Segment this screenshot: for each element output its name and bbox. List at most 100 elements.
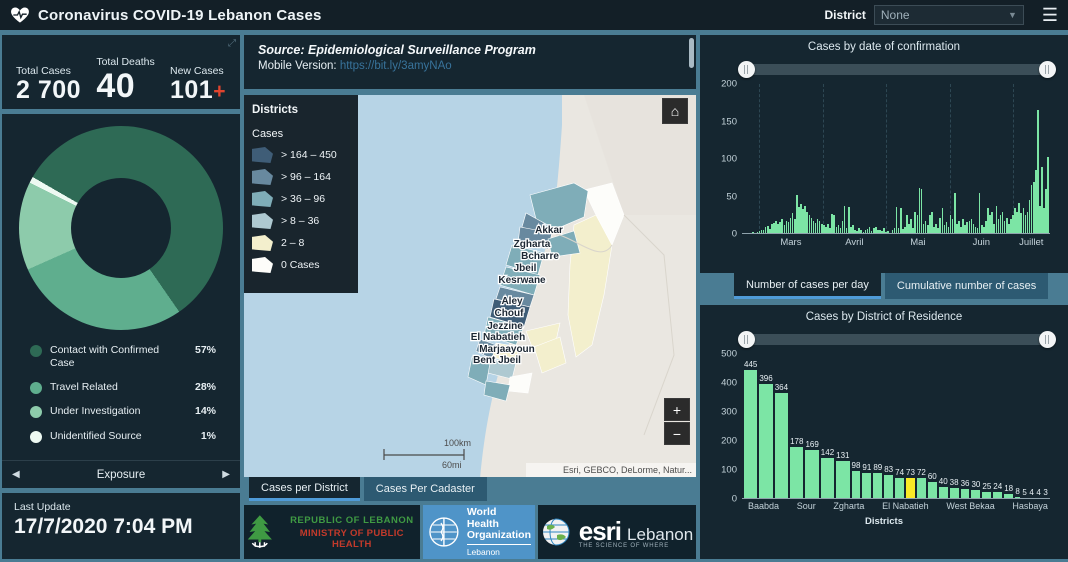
legend-item[interactable]: Contact with Confirmed Case 57% xyxy=(30,344,230,370)
bar-group[interactable]: 178 xyxy=(790,437,803,499)
x-tick-label: El Nabatieh xyxy=(882,501,929,511)
bar-value-label: 60 xyxy=(928,472,937,481)
bar[interactable] xyxy=(884,475,893,499)
exposure-footer: ◀ Exposure ▶ xyxy=(2,460,240,488)
zoom-in-icon[interactable]: + xyxy=(664,398,690,421)
expand-icon[interactable]: ⤢ xyxy=(228,38,236,49)
bar[interactable] xyxy=(744,370,757,499)
bar-group[interactable]: 36 xyxy=(961,479,970,499)
bar-value-label: 18 xyxy=(1004,484,1013,493)
scrollbar[interactable] xyxy=(689,38,694,68)
exposure-donut-chart[interactable] xyxy=(19,126,223,330)
bar-group[interactable]: 74 xyxy=(895,468,904,499)
tab-cases-per-cadaster[interactable]: Cases Per Cadaster xyxy=(364,477,487,501)
legend-label: 2 – 8 xyxy=(281,237,304,249)
who-logo-icon xyxy=(427,515,461,549)
legend-item[interactable]: Unidentified Source 1% xyxy=(30,430,230,443)
bar-group[interactable]: 72 xyxy=(917,468,926,499)
bar[interactable] xyxy=(836,461,849,499)
map-legend-item: 0 Cases xyxy=(252,257,350,273)
bar-value-label: 142 xyxy=(821,448,834,457)
legend-item[interactable]: Under Investigation 14% xyxy=(30,405,230,418)
bar-group[interactable]: 396 xyxy=(759,374,772,499)
x-tick-label: West Bekaa xyxy=(946,501,994,511)
legend-item[interactable]: Travel Related 28% xyxy=(30,381,230,394)
bar[interactable] xyxy=(805,450,818,499)
next-arrow-icon[interactable]: ▶ xyxy=(222,469,230,480)
x-axis-line xyxy=(742,498,1050,499)
bar[interactable] xyxy=(895,478,904,499)
bar-group[interactable]: 83 xyxy=(884,465,893,499)
bar-group[interactable]: 38 xyxy=(950,478,959,499)
y-tick-label: 100 xyxy=(721,154,737,165)
bar-value-label: 38 xyxy=(950,478,959,487)
x-tick-label: Juin xyxy=(973,237,990,248)
bar-value-label: 364 xyxy=(775,383,788,392)
district-range-slider xyxy=(742,331,1052,348)
slider-handle-right[interactable] xyxy=(1039,331,1056,348)
bar-group[interactable]: 91 xyxy=(862,463,871,499)
bar-group[interactable]: 89 xyxy=(873,463,882,499)
bar-value-label: 445 xyxy=(744,360,757,369)
tab-cumulative-cases[interactable]: Cumulative number of cases xyxy=(885,273,1048,299)
bar[interactable] xyxy=(759,384,772,499)
legend-swatch xyxy=(30,406,42,418)
zoom-out-icon[interactable]: − xyxy=(664,422,690,445)
bar-group[interactable]: 18 xyxy=(1004,484,1013,499)
bar-group[interactable]: 364 xyxy=(775,383,788,499)
district-bars: 4453963641781691421319891898374737260403… xyxy=(742,354,1050,499)
legend-value: 57% xyxy=(195,344,216,356)
menu-icon[interactable]: ☰ xyxy=(1042,6,1058,24)
map-canvas[interactable]: Akkar Zgharta Bcharre Jbeil Kesrwane Ale… xyxy=(244,95,696,477)
esri-globe-icon xyxy=(541,517,571,547)
right-tabs: Number of cases per day Cumulative numbe… xyxy=(700,273,1068,299)
bar[interactable] xyxy=(1047,157,1049,234)
bar-group[interactable]: 98 xyxy=(852,461,861,499)
bar-group[interactable]: 73 xyxy=(906,468,915,499)
mobile-version-link[interactable]: https://bit.ly/3amyNAo xyxy=(340,60,452,72)
x-tick-label: Hasbaya xyxy=(1012,501,1048,511)
bar-group[interactable]: 142 xyxy=(821,448,834,499)
bar[interactable] xyxy=(821,458,834,499)
legend-swatch xyxy=(30,431,42,443)
bar-group[interactable]: 131 xyxy=(836,451,849,499)
bar[interactable] xyxy=(790,447,803,499)
daily-bars xyxy=(742,84,1050,234)
total-deaths-value: 40 xyxy=(96,69,154,103)
legend-label: > 96 – 164 xyxy=(281,171,331,183)
tab-cases-per-district[interactable]: Cases per District xyxy=(249,477,360,501)
map-legend-item: > 96 – 164 xyxy=(252,169,350,185)
home-icon[interactable]: ⌂ xyxy=(662,98,688,124)
slider-track[interactable] xyxy=(742,334,1052,345)
slider-handle-left[interactable] xyxy=(738,61,755,78)
tab-cases-per-day[interactable]: Number of cases per day xyxy=(734,273,881,299)
slider-track[interactable] xyxy=(742,64,1052,75)
bar-group[interactable]: 24 xyxy=(993,482,1002,499)
map-label: Kesrwane xyxy=(498,275,546,286)
slider-handle-right[interactable] xyxy=(1039,61,1056,78)
bar-group[interactable]: 30 xyxy=(971,480,980,499)
bar[interactable] xyxy=(873,473,882,499)
moph-text: REPUBLIC OF LEBANON MINISTRY OF PUBLIC H… xyxy=(284,515,420,550)
bar[interactable] xyxy=(928,482,937,499)
bar[interactable] xyxy=(862,473,871,499)
bar-group[interactable]: 169 xyxy=(805,440,818,499)
slider-handle-left[interactable] xyxy=(738,331,755,348)
bar[interactable] xyxy=(906,478,915,499)
y-tick-label: 100 xyxy=(721,465,737,476)
map-label: Jezzine xyxy=(487,321,523,332)
bar[interactable] xyxy=(775,393,788,499)
bar-group[interactable]: 25 xyxy=(982,482,991,499)
district-dropdown[interactable]: None ▼ xyxy=(874,5,1024,25)
cases-by-date-title: Cases by date of confirmation xyxy=(710,41,1058,53)
bar-group[interactable]: 40 xyxy=(939,477,948,499)
total-deaths-stat: Total Deaths 40 xyxy=(96,56,154,103)
who-divider xyxy=(467,544,531,545)
bar-group[interactable]: 60 xyxy=(928,472,937,499)
scale-mi-label: 60mi xyxy=(442,460,462,470)
bar-group[interactable]: 445 xyxy=(744,360,757,499)
bar[interactable] xyxy=(917,478,926,499)
prev-arrow-icon[interactable]: ◀ xyxy=(12,469,20,480)
month-labels: MarsAvrilMaiJuinJuillet xyxy=(742,234,1050,250)
bar[interactable] xyxy=(852,471,861,499)
